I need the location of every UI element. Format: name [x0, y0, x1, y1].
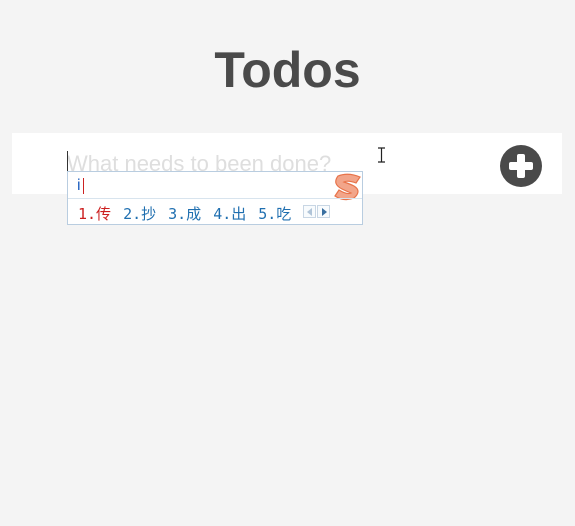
- ime-candidate[interactable]: 1.传: [78, 203, 111, 224]
- ime-composition-text: i: [77, 177, 81, 194]
- text-cursor-icon: [378, 147, 385, 163]
- add-todo-button[interactable]: [500, 145, 542, 187]
- triangle-left-icon: [307, 208, 312, 216]
- ime-next-page-button[interactable]: [317, 205, 330, 218]
- page-title: Todos: [214, 42, 361, 98]
- ime-candidate[interactable]: 3.成: [168, 203, 201, 224]
- todo-app: Todos i 1.传 2.抄 3.成 4.出 5.吃: [0, 0, 575, 526]
- ime-candidate-popup: i 1.传 2.抄 3.成 4.出 5.吃: [67, 171, 363, 225]
- triangle-right-icon: [322, 208, 327, 216]
- ime-prev-page-button[interactable]: [303, 205, 316, 218]
- ime-candidate[interactable]: 5.吃: [258, 203, 291, 224]
- ime-candidate[interactable]: 4.出: [213, 203, 246, 224]
- ime-divider: [68, 198, 362, 199]
- ime-candidate[interactable]: 2.抄: [123, 203, 156, 224]
- ime-composition-caret: [83, 178, 84, 194]
- ime-pager: [303, 205, 333, 218]
- ime-candidate-list: 1.传 2.抄 3.成 4.出 5.吃: [78, 203, 303, 223]
